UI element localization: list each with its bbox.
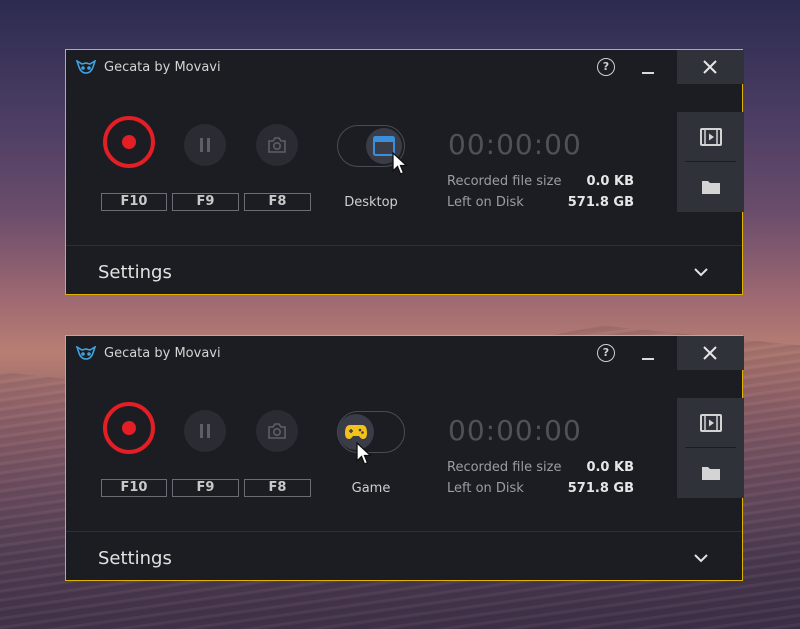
video-library-button[interactable] xyxy=(700,414,722,432)
panel-divider xyxy=(685,447,736,448)
gecata-window-game: Gecata by Movavi ? F10 F9 F8 Game 00:00:… xyxy=(65,335,744,581)
recorded-size-value: 0.0 KB xyxy=(586,460,634,475)
screenshot-button[interactable] xyxy=(256,124,298,166)
close-button[interactable] xyxy=(677,336,744,370)
record-hotkey: F10 xyxy=(101,479,167,497)
close-icon xyxy=(703,346,717,360)
recording-timer: 00:00:00 xyxy=(448,128,582,161)
close-icon xyxy=(703,60,717,74)
record-icon xyxy=(122,421,136,435)
pause-icon xyxy=(200,424,203,438)
pause-hotkey: F9 xyxy=(172,193,239,211)
recording-timer: 00:00:00 xyxy=(448,414,582,447)
owl-logo-icon xyxy=(76,60,96,74)
mode-label: Desktop xyxy=(344,195,398,210)
close-button[interactable] xyxy=(677,50,744,84)
disk-space-value: 571.8 GB xyxy=(567,195,634,210)
camera-icon xyxy=(268,423,286,439)
help-button[interactable]: ? xyxy=(597,58,615,76)
help-button[interactable]: ? xyxy=(597,344,615,362)
minimize-button[interactable] xyxy=(642,72,654,74)
recorded-size-label: Recorded file size xyxy=(447,174,562,189)
screenshot-button[interactable] xyxy=(256,410,298,452)
title-bar: Gecata by Movavi ? xyxy=(66,336,744,372)
screenshot-hotkey: F8 xyxy=(244,193,311,211)
title-bar: Gecata by Movavi ? xyxy=(66,50,744,86)
divider xyxy=(66,245,742,246)
window-title: Gecata by Movavi xyxy=(104,60,221,75)
chevron-down-icon[interactable] xyxy=(693,266,709,278)
recorded-size-value: 0.0 KB xyxy=(586,174,634,189)
screenshot-hotkey: F8 xyxy=(244,479,311,497)
folder-button[interactable] xyxy=(701,179,721,195)
side-panel xyxy=(677,112,744,212)
pause-button[interactable] xyxy=(184,124,226,166)
panel-divider xyxy=(685,161,736,162)
pause-icon xyxy=(207,424,210,438)
record-button[interactable] xyxy=(103,116,155,168)
pause-icon xyxy=(200,138,203,152)
disk-space-label: Left on Disk xyxy=(447,481,524,496)
owl-logo-icon xyxy=(76,346,96,360)
pause-hotkey: F9 xyxy=(172,479,239,497)
gamepad-icon xyxy=(345,425,367,439)
mode-label: Game xyxy=(351,481,391,496)
pause-icon xyxy=(207,138,210,152)
minimize-button[interactable] xyxy=(642,358,654,360)
disk-space-value: 571.8 GB xyxy=(567,481,634,496)
divider xyxy=(66,531,742,532)
chevron-down-icon[interactable] xyxy=(693,552,709,564)
settings-label[interactable]: Settings xyxy=(98,548,172,569)
folder-button[interactable] xyxy=(701,465,721,481)
settings-label[interactable]: Settings xyxy=(98,262,172,283)
record-icon xyxy=(122,135,136,149)
camera-icon xyxy=(268,137,286,153)
disk-space-label: Left on Disk xyxy=(447,195,524,210)
record-button[interactable] xyxy=(103,402,155,454)
pause-button[interactable] xyxy=(184,410,226,452)
gecata-window-desktop: Gecata by Movavi ? F10 F9 F8 Desktop 00:… xyxy=(65,49,744,295)
mouse-cursor-icon xyxy=(356,442,372,465)
mouse-cursor-icon xyxy=(392,152,408,175)
side-panel xyxy=(677,398,744,498)
video-library-button[interactable] xyxy=(700,128,722,146)
record-hotkey: F10 xyxy=(101,193,167,211)
window-title: Gecata by Movavi xyxy=(104,346,221,361)
recorded-size-label: Recorded file size xyxy=(447,460,562,475)
